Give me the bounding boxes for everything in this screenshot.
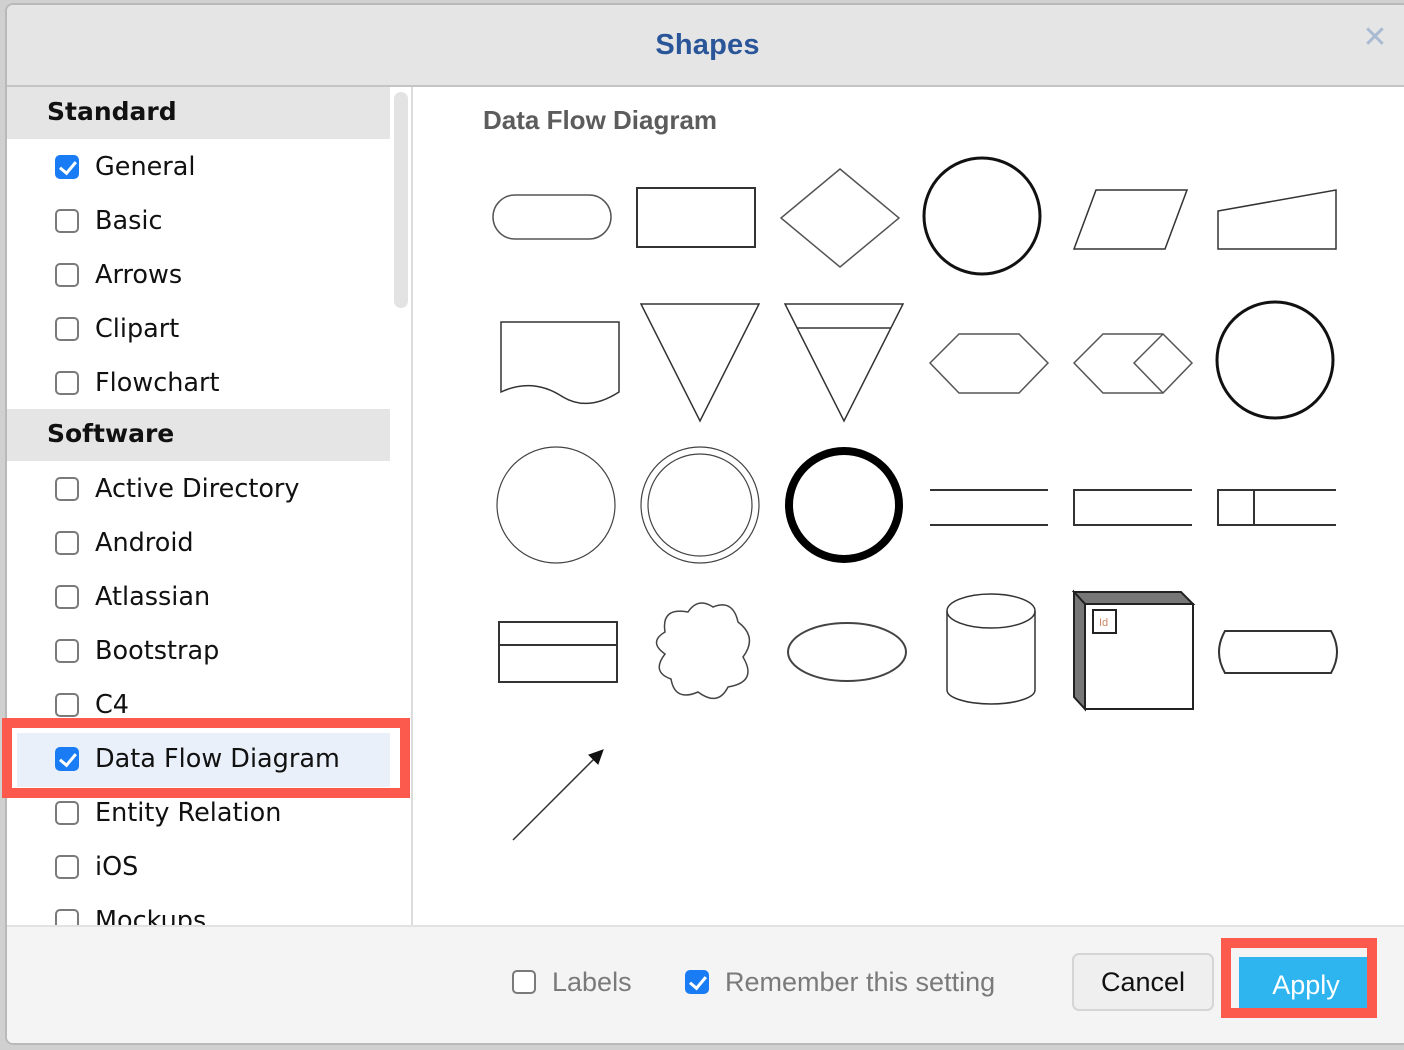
library-item-label: Flowchart (95, 368, 220, 398)
checkbox[interactable] (55, 477, 79, 501)
shape-rectangle-split[interactable] (498, 621, 618, 683)
library-item-label: Mockups (95, 906, 207, 925)
library-item-active-directory[interactable]: Active Directory (7, 463, 390, 517)
library-item-label: Arrows (95, 260, 183, 290)
library-item-bootstrap[interactable]: Bootstrap (7, 625, 390, 679)
library-item-arrows[interactable]: Arrows (7, 249, 390, 303)
shape-circle-bold[interactable] (785, 447, 903, 563)
section-heading-software: Software (7, 409, 390, 461)
sidebar-scrollbar[interactable] (394, 92, 408, 308)
close-icon[interactable]: ✕ (1360, 23, 1390, 53)
section-heading-label: Standard (47, 97, 177, 126)
shape-rectangle[interactable] (636, 187, 756, 248)
library-item-label: C4 (95, 690, 130, 720)
library-item-label: Clipart (95, 314, 180, 344)
dialog-footer: Labels Remember this setting Cancel Appl… (7, 925, 1404, 1043)
library-item-flowchart[interactable]: Flowchart (7, 357, 390, 411)
labels-option-label: Labels (552, 967, 632, 997)
shape-stored-data[interactable] (1218, 630, 1338, 674)
shape-data-store-left[interactable] (1073, 489, 1192, 526)
shape-arrow-connector[interactable] (512, 749, 604, 841)
library-item-label: Bootstrap (95, 636, 220, 666)
library-item-android[interactable]: Android (7, 517, 390, 571)
remember-setting-checkbox[interactable] (685, 970, 709, 994)
shape-cloud[interactable] (655, 602, 751, 700)
library-item-entity-relation[interactable]: Entity Relation (7, 787, 390, 841)
checkbox[interactable] (55, 693, 79, 717)
shape-hexagon-split[interactable] (1072, 333, 1194, 394)
checkbox[interactable] (55, 371, 79, 395)
shape-circle-double[interactable] (640, 446, 760, 564)
library-item-data-flow-diagram[interactable]: Data Flow Diagram (17, 733, 390, 787)
library-item-label: General (95, 152, 196, 182)
shape-library-list: Standard General Basic Arrows Clipart Fl… (7, 87, 413, 925)
library-item-label: Atlassian (95, 582, 211, 612)
library-item-label: Basic (95, 206, 163, 236)
checkbox-checked[interactable] (55, 747, 79, 771)
apply-button[interactable]: Apply (1239, 957, 1373, 1013)
library-item-basic[interactable]: Basic (7, 195, 390, 249)
shape-data-store-open[interactable] (930, 489, 1048, 526)
shapes-grid: Id (492, 156, 1338, 841)
checkbox[interactable] (55, 317, 79, 341)
library-item-label: Active Directory (95, 474, 300, 504)
checkbox[interactable] (55, 209, 79, 233)
checkbox-checked[interactable] (55, 155, 79, 179)
checkbox[interactable] (55, 909, 79, 925)
shape-cylinder[interactable] (946, 593, 1036, 705)
remember-setting-label: Remember this setting (725, 967, 996, 997)
shape-hexagon[interactable] (928, 333, 1050, 394)
checkbox[interactable] (55, 531, 79, 555)
checkbox[interactable] (55, 639, 79, 663)
shape-triangle-down-split[interactable] (783, 303, 905, 423)
shapes-dialog: Shapes ✕ Standard General Basic Arrows C… (5, 3, 1404, 1045)
library-item-general[interactable]: General (7, 141, 390, 195)
shape-circle-thin[interactable] (496, 446, 616, 564)
section-heading-label: Software (47, 419, 175, 448)
shape-rounded-rectangle[interactable] (492, 194, 612, 240)
library-item-mockups[interactable]: Mockups (7, 895, 390, 925)
dialog-title: Shapes (655, 29, 760, 61)
library-item-label: Entity Relation (95, 798, 282, 828)
labels-checkbox[interactable] (512, 970, 536, 994)
checkbox[interactable] (55, 801, 79, 825)
shape-circle-external[interactable] (1215, 300, 1335, 420)
shape-triangle-down[interactable] (639, 303, 761, 423)
shape-preview-panel: Data Flow Diagram Id (413, 87, 1404, 925)
library-item-label: Android (95, 528, 194, 558)
library-item-label: iOS (95, 852, 139, 882)
shape-data-store-id[interactable] (1217, 489, 1336, 526)
shape-circle-process[interactable] (922, 156, 1042, 276)
cube-id-label: Id (1099, 617, 1108, 629)
shape-manual-input[interactable] (1217, 189, 1337, 250)
library-item-c4[interactable]: C4 (7, 679, 390, 733)
checkbox[interactable] (55, 585, 79, 609)
shape-parallelogram[interactable] (1072, 189, 1189, 250)
checkbox[interactable] (55, 855, 79, 879)
cancel-button[interactable]: Cancel (1072, 953, 1214, 1011)
library-item-label: Data Flow Diagram (95, 744, 340, 774)
shape-ellipse[interactable] (787, 622, 907, 682)
checkbox[interactable] (55, 263, 79, 287)
shape-cube-with-id[interactable]: Id (1071, 589, 1196, 712)
library-item-ios[interactable]: iOS (7, 841, 390, 895)
dialog-titlebar: Shapes ✕ (7, 5, 1404, 87)
shape-document[interactable] (500, 321, 620, 405)
shape-diamond[interactable] (779, 168, 901, 268)
section-heading-standard: Standard (7, 87, 390, 139)
library-item-clipart[interactable]: Clipart (7, 303, 390, 357)
library-item-atlassian[interactable]: Atlassian (7, 571, 390, 625)
